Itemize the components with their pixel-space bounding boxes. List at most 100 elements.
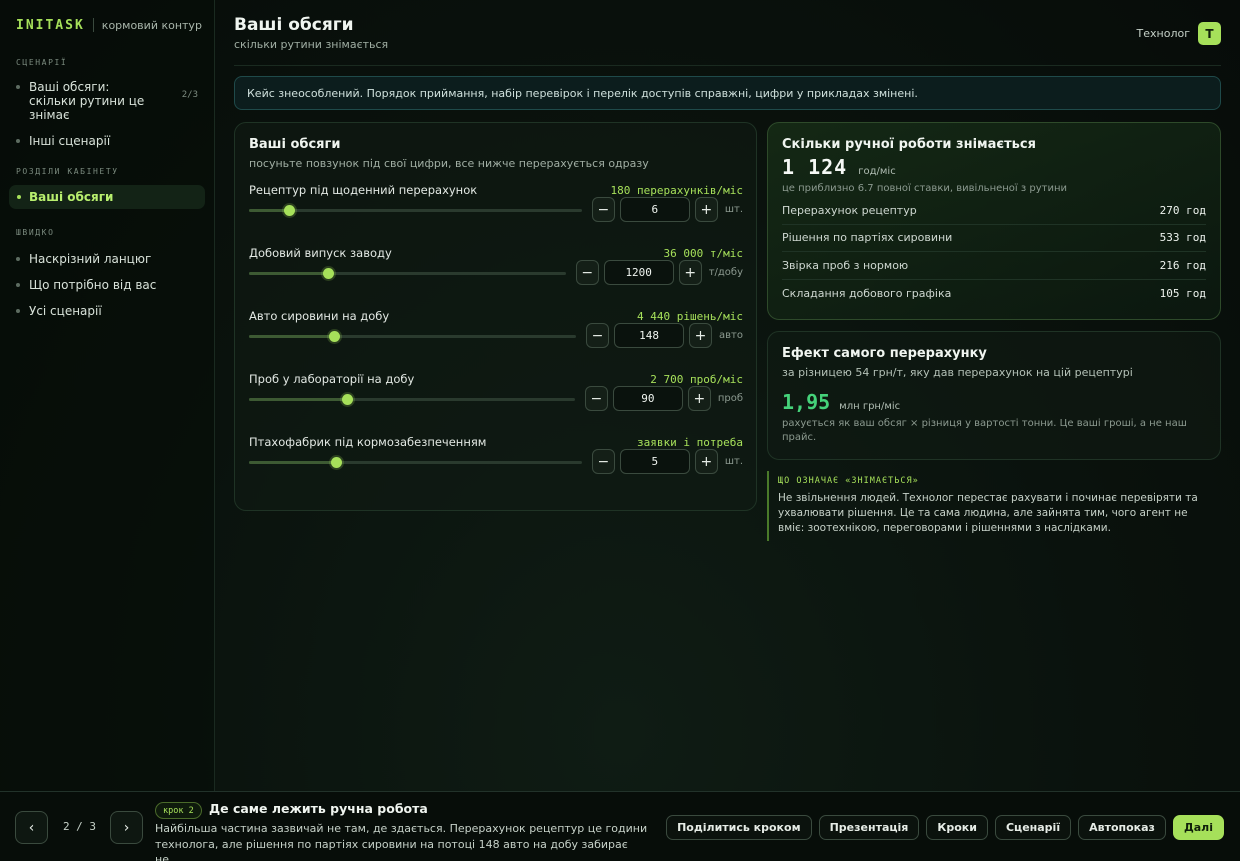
slider-thumb[interactable] bbox=[323, 268, 334, 279]
scenarios-button[interactable]: Сценарії bbox=[994, 815, 1072, 840]
volumes-subtitle: посуньте повзунок під свої цифри, все ни… bbox=[249, 157, 649, 170]
sidebar-item-what-needed[interactable]: Що потрібно від вас bbox=[0, 278, 214, 292]
sidebar-section-scenarios: СЦЕНАРІЇ bbox=[16, 58, 68, 67]
slider-row-trucks: Авто сировини на добу 4 440 рішень/міс −… bbox=[249, 309, 743, 369]
slider-label: Проб у лабораторії на добу bbox=[249, 372, 415, 386]
increment-button[interactable]: + bbox=[689, 323, 713, 348]
breakdown-label: Складання добового графіка bbox=[782, 286, 952, 300]
increment-button[interactable]: + bbox=[687, 386, 711, 411]
breakdown-row: Перерахунок рецептур 270 год bbox=[782, 197, 1206, 225]
step-navigation-bar: ‹ 2 / 3 › крок 2 Де саме лежить ручна ро… bbox=[0, 791, 1240, 861]
next-step-button[interactable]: › bbox=[110, 811, 143, 844]
autoplay-button[interactable]: Автопоказ bbox=[1078, 815, 1166, 840]
slider-fill bbox=[249, 398, 347, 401]
slider-thumb[interactable] bbox=[284, 205, 295, 216]
next-button[interactable]: Далі bbox=[1172, 815, 1224, 840]
breakdown-label: Рішення по партіях сировини bbox=[782, 231, 953, 245]
bullet-icon bbox=[16, 139, 20, 143]
sidebar-item-label: Ваші обсяги: скільки рутини це знімає bbox=[29, 80, 145, 122]
avatar[interactable]: Т bbox=[1198, 22, 1221, 45]
sidebar-item-label: Що потрібно від вас bbox=[29, 278, 157, 292]
volumes-title: Ваші обсяги bbox=[249, 137, 341, 152]
presentation-button[interactable]: Презентація bbox=[818, 815, 920, 840]
slider-row-lab-samples: Проб у лабораторії на добу 2 700 проб/мі… bbox=[249, 372, 743, 432]
increment-button[interactable]: + bbox=[694, 449, 718, 474]
step-pager: 2 / 3 bbox=[62, 820, 97, 833]
slider-track[interactable] bbox=[249, 394, 575, 405]
decrement-button[interactable]: − bbox=[591, 449, 615, 474]
decrement-button[interactable]: − bbox=[586, 323, 610, 348]
steps-button[interactable]: Кроки bbox=[926, 815, 988, 840]
breakdown-value: 533 год bbox=[1159, 231, 1206, 245]
brand: INITASK кормовий контур bbox=[0, 0, 214, 50]
sidebar-item-volumes[interactable]: Ваші обсяги bbox=[9, 185, 205, 209]
sidebar-item-label: Наскрізний ланцюг bbox=[29, 252, 152, 266]
slider-fill bbox=[249, 461, 336, 464]
slider-thumb[interactable] bbox=[329, 331, 340, 342]
quantity-stepper: − 5 + шт. bbox=[591, 449, 743, 474]
sidebar-item-label: Усі сценарії bbox=[29, 304, 102, 318]
breakdown-value: 216 год bbox=[1159, 258, 1206, 272]
slider-monthly-rate: 4 440 рішень/міс bbox=[637, 310, 743, 323]
quantity-input[interactable]: 90 bbox=[612, 386, 683, 411]
bullet-icon bbox=[16, 309, 20, 313]
increment-button[interactable]: + bbox=[678, 260, 702, 285]
quantity-input[interactable]: 148 bbox=[614, 323, 685, 348]
slider-fill bbox=[249, 272, 328, 275]
quantity-stepper: − 90 + проб bbox=[584, 386, 743, 411]
quantity-unit: шт. bbox=[724, 204, 743, 215]
sidebar-item-label: Ваші обсяги bbox=[29, 190, 114, 204]
bullet-icon bbox=[16, 257, 20, 261]
summary-note: це приблизно 6.7 повної ставки, вивільне… bbox=[782, 183, 1067, 194]
brand-divider bbox=[92, 18, 94, 32]
bullet-icon bbox=[16, 85, 20, 89]
user-role: Технолог bbox=[1136, 27, 1190, 40]
step-description: Найбільша частина зазвичай не там, де зд… bbox=[155, 822, 648, 861]
sidebar-section-quick: ШВИДКО bbox=[16, 228, 55, 237]
user-menu[interactable]: Технолог Т bbox=[1137, 22, 1221, 45]
sidebar-item-end-to-end[interactable]: Наскрізний ланцюг bbox=[0, 252, 214, 266]
slider-track[interactable] bbox=[249, 331, 576, 342]
decrement-button[interactable]: − bbox=[584, 386, 608, 411]
share-step-button[interactable]: Поділитись кроком bbox=[666, 815, 812, 840]
step-title: Де саме лежить ручна робота bbox=[209, 801, 428, 816]
prev-step-button[interactable]: ‹ bbox=[15, 811, 48, 844]
sidebar-item-other-scenarios[interactable]: Інші сценарії bbox=[0, 134, 214, 148]
slider-label: Птахофабрик під кормозабезпеченням bbox=[249, 435, 487, 449]
decrement-button[interactable]: − bbox=[575, 260, 599, 285]
meaning-callout: ЩО ОЗНАЧАЄ «ЗНІМАЄТЬСЯ» Не звільнення лю… bbox=[767, 471, 1207, 541]
quantity-stepper: − 1200 + т/добу bbox=[575, 260, 743, 285]
slider-row-daily-output: Добовий випуск заводу 36 000 т/міс − 120… bbox=[249, 246, 743, 306]
sidebar-item-label: Інші сценарії bbox=[29, 134, 111, 148]
scenario-progress-count: 2/3 bbox=[181, 90, 198, 100]
increment-button[interactable]: + bbox=[694, 197, 718, 222]
quantity-stepper: − 6 + шт. bbox=[591, 197, 743, 222]
sidebar-item-volumes-scenario[interactable]: Ваші обсяги: скільки рутини це знімає 2/… bbox=[0, 80, 214, 122]
brand-logo[interactable]: INITASK bbox=[16, 18, 85, 33]
quantity-unit: т/добу bbox=[708, 267, 743, 278]
bullet-icon bbox=[16, 283, 20, 287]
slider-label: Авто сировини на добу bbox=[249, 309, 390, 323]
effect-note: рахується як ваш обсяг × різниця у варто… bbox=[782, 418, 1187, 443]
slider-monthly-rate: 180 перерахунків/міс bbox=[610, 184, 743, 197]
quantity-input[interactable]: 6 bbox=[619, 197, 690, 222]
slider-track[interactable] bbox=[249, 205, 582, 216]
effect-title: Ефект самого перерахунку bbox=[782, 346, 987, 361]
slider-fill bbox=[249, 209, 289, 212]
quantity-stepper: − 148 + авто bbox=[586, 323, 743, 348]
summary-breakdown: Перерахунок рецептур 270 год Рішення по … bbox=[782, 197, 1206, 307]
effect-subtitle: за різницею 54 грн/т, яку дав перерахуно… bbox=[782, 366, 1133, 379]
slider-thumb[interactable] bbox=[342, 394, 353, 405]
slider-fill bbox=[249, 335, 334, 338]
sidebar-item-all-scenarios[interactable]: Усі сценарії bbox=[0, 304, 214, 318]
breakdown-row: Звірка проб з нормою 216 год bbox=[782, 252, 1206, 280]
slider-track[interactable] bbox=[249, 268, 566, 279]
slider-track[interactable] bbox=[249, 457, 582, 468]
quantity-input[interactable]: 1200 bbox=[603, 260, 674, 285]
quantity-input[interactable]: 5 bbox=[619, 449, 690, 474]
decrement-button[interactable]: − bbox=[591, 197, 615, 222]
slider-thumb[interactable] bbox=[331, 457, 342, 468]
slider-monthly-rate: заявки і потреба bbox=[637, 436, 743, 449]
summary-total-unit: год/міс bbox=[858, 166, 896, 177]
effect-unit: млн грн/міс bbox=[839, 401, 901, 412]
